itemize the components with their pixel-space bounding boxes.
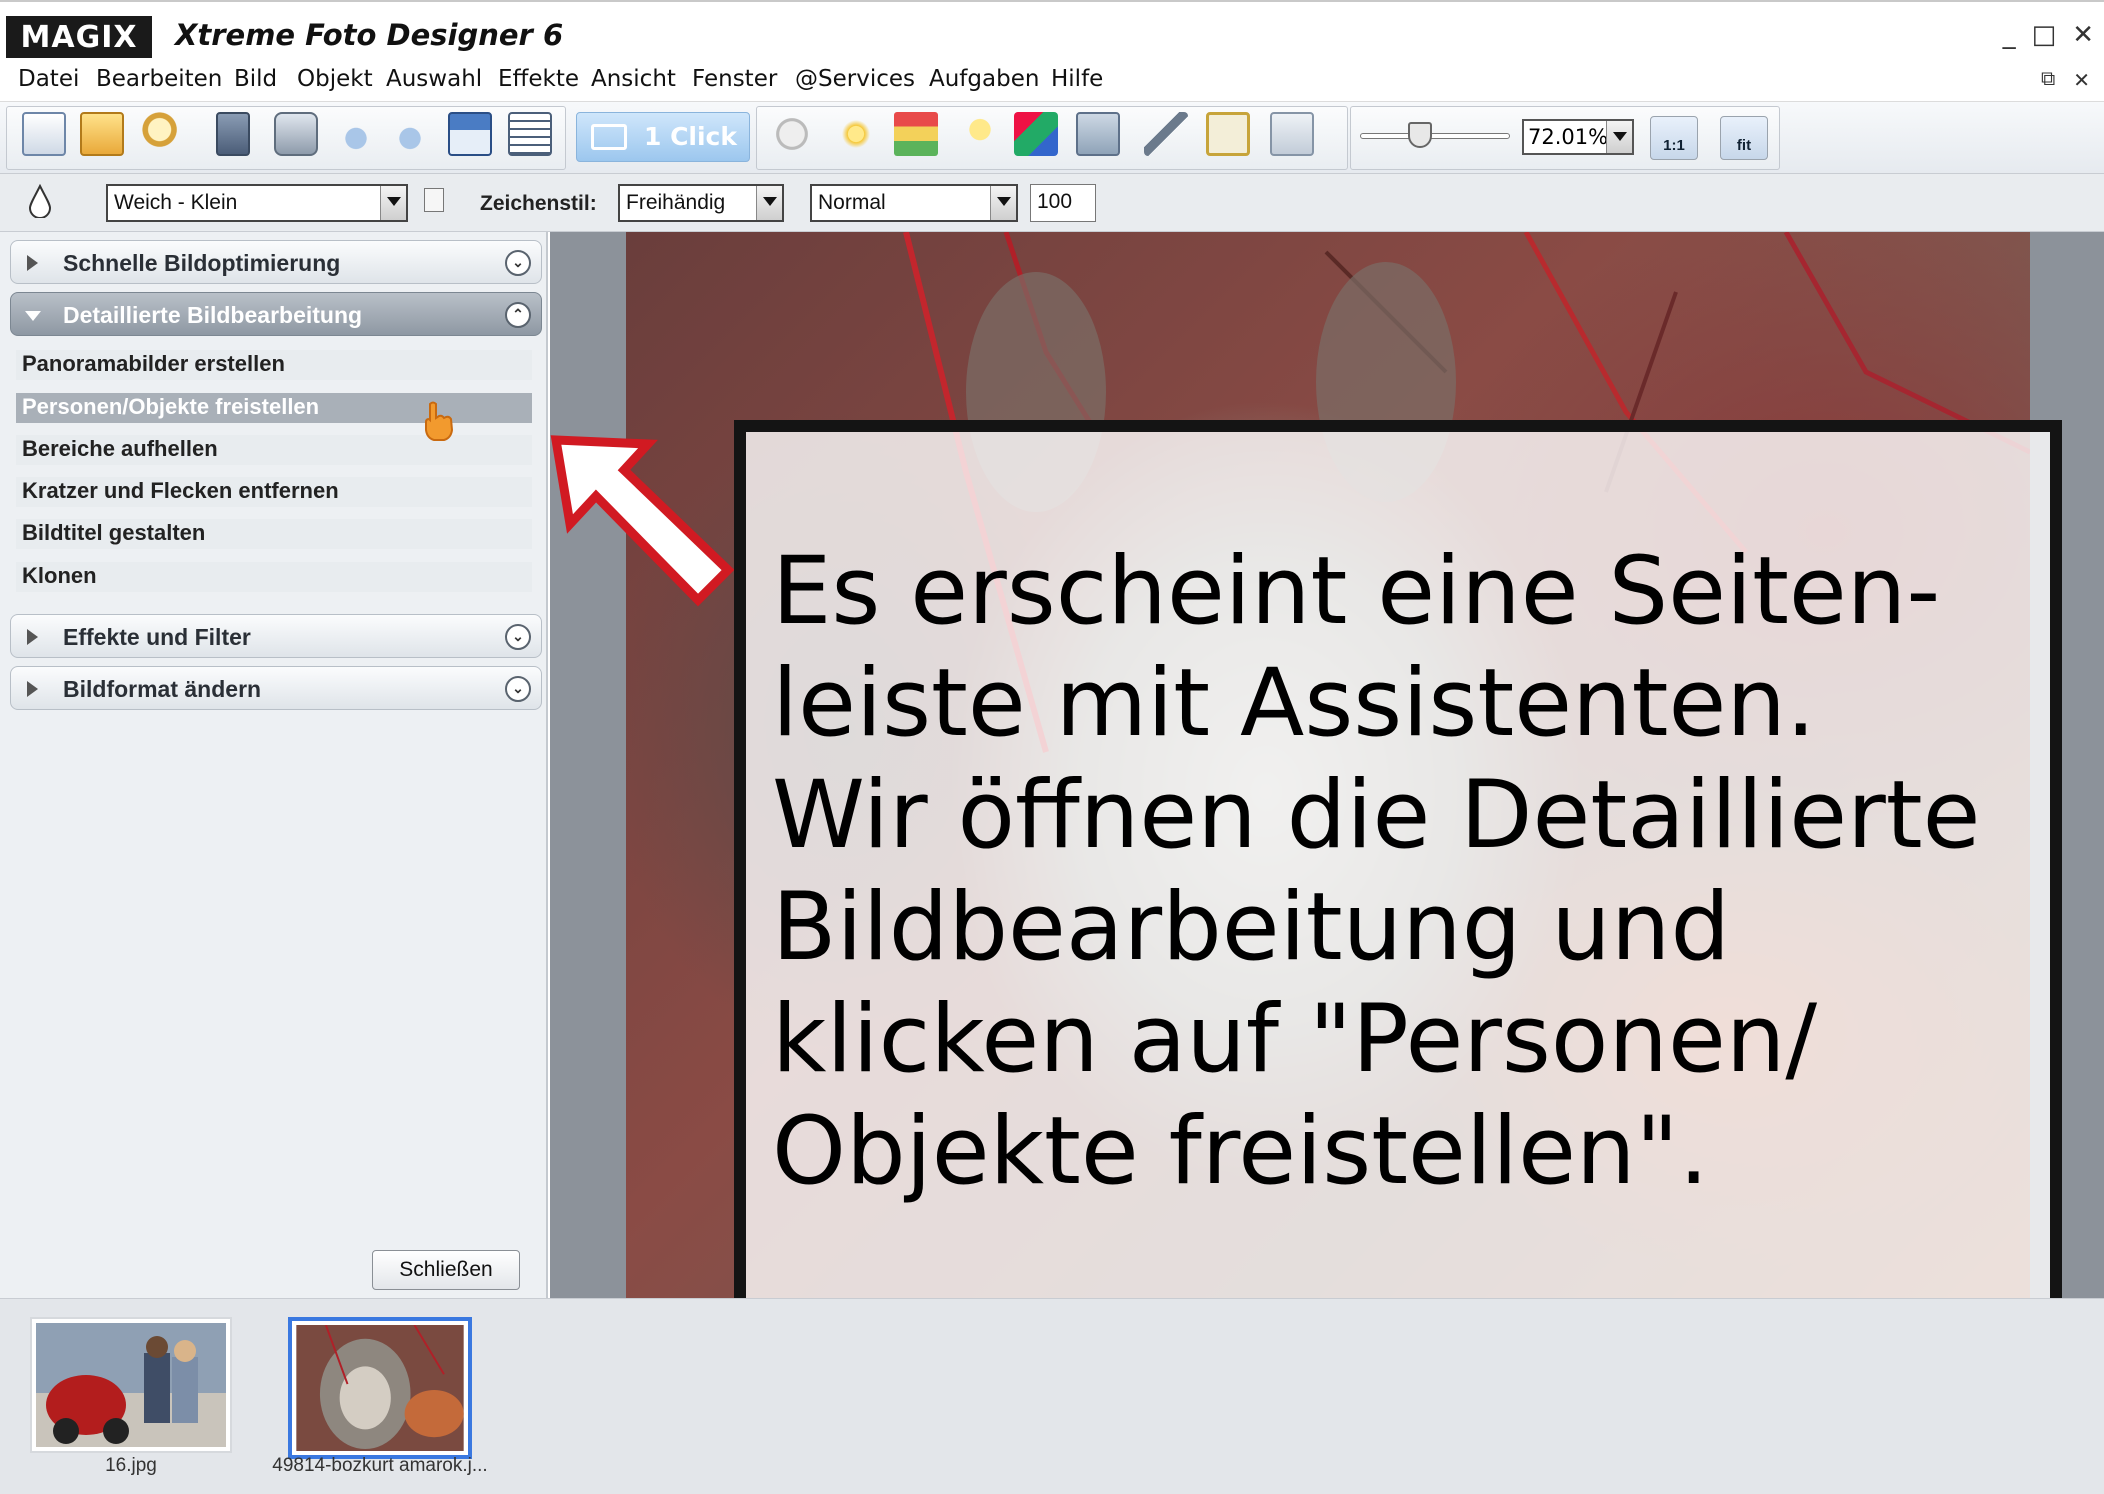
- new-file-icon[interactable]: [22, 112, 66, 156]
- section-detaillierte-bildbearbeitung[interactable]: Detaillierte Bildbearbeitung ⌃: [10, 292, 542, 336]
- zoom-select[interactable]: 72.01%: [1522, 119, 1634, 155]
- menu-services[interactable]: @Services: [795, 66, 915, 92]
- color-icon[interactable]: [894, 112, 938, 156]
- section-schnelle-bildoptimierung[interactable]: Schnelle Bildoptimierung ⌄: [10, 240, 542, 284]
- colors-icon[interactable]: [1014, 112, 1058, 156]
- crop-icon[interactable]: [770, 112, 814, 156]
- drawing-style-value: Freihändig: [626, 191, 726, 214]
- task-kratzer-entfernen[interactable]: Kratzer und Flecken entfernen: [16, 477, 532, 507]
- expand-chevron-icon[interactable]: ⌄: [505, 624, 531, 650]
- menu-aufgaben[interactable]: Aufgaben: [929, 66, 1039, 92]
- menu-bild[interactable]: Bild: [234, 66, 277, 92]
- menu-datei[interactable]: Datei: [18, 66, 79, 92]
- view-icon[interactable]: [448, 112, 492, 156]
- thumbnail-image: [296, 1324, 464, 1451]
- expand-arrow-icon: [27, 255, 38, 271]
- fx-icon[interactable]: [1270, 112, 1314, 156]
- title-bar: MAGIX Xtreme Foto Designer 6 _ □ ✕: [0, 0, 2104, 60]
- minimize-button[interactable]: _: [2003, 20, 2016, 50]
- main-toolbar: 1 Click 72.01% 1:1 fit: [0, 102, 2104, 174]
- section-label: Detaillierte Bildbearbeitung: [63, 302, 363, 328]
- fullscreen-icon[interactable]: [1206, 112, 1250, 156]
- collapse-chevron-icon[interactable]: ⌃: [505, 302, 531, 328]
- brush-select[interactable]: Weich - Klein: [106, 184, 408, 222]
- task-klonen[interactable]: Klonen: [16, 562, 532, 592]
- thumbnail-16jpg[interactable]: [30, 1317, 232, 1453]
- blend-mode-select[interactable]: Normal: [810, 184, 1018, 222]
- lightbulb-icon[interactable]: [958, 112, 1002, 156]
- edit-icon[interactable]: [1144, 112, 1188, 156]
- zoom-100-button[interactable]: 1:1: [1650, 116, 1698, 160]
- zoom-slider-track[interactable]: [1360, 133, 1510, 139]
- blend-mode-value: Normal: [818, 191, 886, 214]
- list-icon[interactable]: [508, 112, 552, 156]
- thumbnail-wolf[interactable]: [288, 1317, 472, 1459]
- callout-text: Es erscheint eine Seiten- leiste mit Ass…: [772, 537, 1981, 1206]
- window-controls: _ □ ✕: [2003, 20, 2094, 50]
- frame-icon[interactable]: [1076, 112, 1120, 156]
- expand-chevron-icon[interactable]: ⌄: [505, 676, 531, 702]
- task-sidebar: Schnelle Bildoptimierung ⌄ Detaillierte …: [0, 232, 548, 1298]
- expand-arrow-icon: [27, 681, 38, 697]
- chevron-down-icon[interactable]: [990, 186, 1016, 220]
- one-click-label: 1 Click: [643, 122, 737, 151]
- save-icon[interactable]: [216, 112, 250, 156]
- restore-icon[interactable]: ⧉: [2041, 68, 2055, 93]
- expand-arrow-icon: [27, 629, 38, 645]
- close-window-button[interactable]: ✕: [2072, 20, 2094, 50]
- magix-logo: MAGIX: [6, 16, 152, 60]
- task-bildtitel-gestalten[interactable]: Bildtitel gestalten: [16, 519, 532, 549]
- menu-bearbeiten[interactable]: Bearbeiten: [96, 66, 222, 92]
- menu-ansicht[interactable]: Ansicht: [591, 66, 676, 92]
- menu-hilfe[interactable]: Hilfe: [1051, 66, 1103, 92]
- menu-auswahl[interactable]: Auswahl: [386, 66, 482, 92]
- redo-icon[interactable]: [388, 112, 432, 156]
- section-bildformat-aendern[interactable]: Bildformat ändern ⌄: [10, 666, 542, 710]
- thumbnail-caption: 49814-bozkurt amarok.j...: [272, 1455, 488, 1476]
- hand-cursor-icon: [425, 401, 454, 441]
- chevron-down-icon[interactable]: [756, 186, 782, 220]
- app-title: Xtreme Foto Designer 6: [175, 18, 564, 52]
- maximize-button[interactable]: □: [2032, 20, 2057, 50]
- menu-objekt[interactable]: Objekt: [297, 66, 373, 92]
- drawing-style-select[interactable]: Freihändig: [618, 184, 784, 222]
- menu-window-controls: ⧉ ✕: [2041, 68, 2090, 93]
- zoom-fit-button[interactable]: fit: [1720, 116, 1768, 160]
- menu-bar: Datei Bearbeiten Bild Objekt Auswahl Eff…: [0, 58, 2104, 102]
- brush-list-icon[interactable]: [424, 188, 444, 212]
- one-click-button[interactable]: 1 Click: [576, 112, 750, 162]
- thumbnail-image: [36, 1323, 226, 1447]
- menu-fenster[interactable]: Fenster: [692, 66, 777, 92]
- opacity-input[interactable]: 100: [1030, 184, 1096, 222]
- menu-effekte[interactable]: Effekte: [498, 66, 579, 92]
- options-bar: Weich - Klein Zeichenstil: Freihändig No…: [0, 174, 2104, 232]
- zoom-slider-thumb[interactable]: [1408, 122, 1432, 148]
- section-label: Schnelle Bildoptimierung: [63, 250, 341, 276]
- annotation-arrow-icon: [550, 435, 735, 607]
- chevron-down-icon[interactable]: [380, 186, 406, 220]
- drawing-style-label: Zeichenstil:: [480, 192, 597, 215]
- open-folder-icon[interactable]: [80, 112, 124, 156]
- close-doc-icon[interactable]: ✕: [2073, 68, 2090, 93]
- collapse-arrow-icon: [25, 311, 41, 321]
- section-effekte-und-filter[interactable]: Effekte und Filter ⌄: [10, 614, 542, 658]
- section-label: Effekte und Filter: [63, 624, 251, 650]
- one-click-icon: [591, 124, 627, 150]
- chevron-down-icon[interactable]: [1606, 121, 1632, 153]
- print-icon[interactable]: [274, 112, 318, 156]
- browse-icon[interactable]: [142, 112, 186, 156]
- drop-icon[interactable]: [28, 184, 52, 218]
- brush-value: Weich - Klein: [114, 191, 238, 214]
- undo-icon[interactable]: [334, 112, 378, 156]
- zoom-value: 72.01%: [1528, 125, 1609, 149]
- expand-chevron-icon[interactable]: ⌄: [505, 250, 531, 276]
- section-label: Bildformat ändern: [63, 676, 262, 702]
- brightness-icon[interactable]: [834, 112, 878, 156]
- close-sidebar-button[interactable]: Schließen: [372, 1250, 520, 1290]
- thumbnail-caption: 16.jpg: [105, 1455, 157, 1476]
- instruction-callout: Es erscheint eine Seiten- leiste mit Ass…: [734, 420, 2062, 1424]
- filmstrip: 16.jpg 49814-bozkurt amarok.j...: [0, 1298, 2104, 1494]
- task-panoramabilder[interactable]: Panoramabilder erstellen: [16, 350, 532, 380]
